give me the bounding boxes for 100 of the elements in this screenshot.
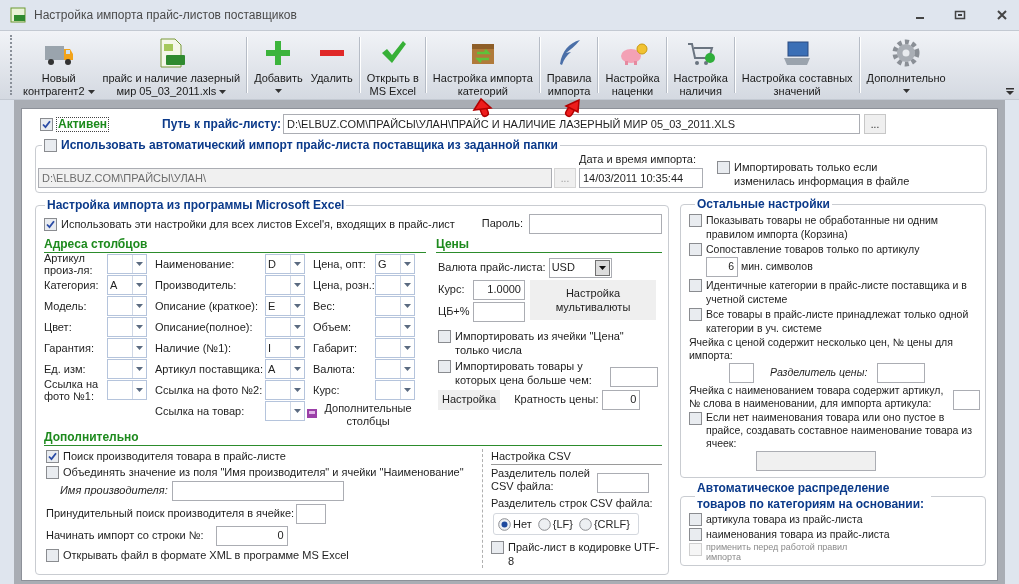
- checkbox-label: Активен: [56, 116, 110, 132]
- field-label: Наличие (№1):: [155, 342, 232, 354]
- section-header: Цены: [436, 236, 662, 253]
- path-field[interactable]: D:\ELBUZ.COM\ПРАЙСЫ\УЛАН\ПРАЙС И НАЛИЧИЕ ЛАЗЕРНЫЙ МИР 05_03_2011.XLS: [283, 114, 860, 134]
- column-dropdown[interactable]: [265, 275, 305, 295]
- caret-icon: [294, 409, 302, 413]
- column-dropdown[interactable]: [107, 317, 147, 337]
- column-dropdown[interactable]: [375, 275, 415, 295]
- number-field[interactable]: 6: [706, 256, 738, 277]
- start-row-field[interactable]: 0: [215, 525, 288, 546]
- cells-field[interactable]: [756, 450, 876, 471]
- overflow-icon[interactable]: [1005, 87, 1015, 97]
- field-label: Ячейка с ценой содержит несколько цен, № цены для импорта:: [689, 335, 954, 362]
- multicurrency-button[interactable]: Настройка мультивалюты: [530, 279, 656, 320]
- checkbox[interactable]: [689, 307, 702, 321]
- checkbox-label: наименования товара из прайс-листа: [706, 527, 891, 542]
- checkbox[interactable]: [689, 213, 702, 227]
- caret-icon: [404, 346, 412, 350]
- caret-icon: [404, 367, 412, 371]
- checkbox[interactable]: [40, 118, 53, 131]
- column-dropdown[interactable]: [107, 254, 147, 274]
- toolbar-button[interactable]: Правила импорта: [542, 31, 596, 99]
- checkbox[interactable]: [46, 449, 59, 463]
- maximize-icon[interactable]: [953, 8, 967, 22]
- price-threshold-field[interactable]: [610, 366, 658, 387]
- column-dropdown[interactable]: I: [265, 338, 305, 358]
- caret-icon: [404, 283, 412, 287]
- toolbar-button[interactable]: Дополнительно: [862, 31, 950, 99]
- checkbox[interactable]: [46, 548, 59, 562]
- browse-button[interactable]: ...: [864, 114, 886, 134]
- column-dropdown[interactable]: D: [265, 254, 305, 274]
- markup-field[interactable]: [473, 301, 525, 322]
- settings-button[interactable]: Настройка: [438, 389, 501, 410]
- separator-field[interactable]: [597, 472, 649, 493]
- checkbox[interactable]: [717, 161, 730, 174]
- column-dropdown[interactable]: [107, 296, 147, 316]
- column-dropdown[interactable]: [375, 296, 415, 316]
- field-label: Наименование:: [155, 258, 236, 270]
- radio-button[interactable]: [498, 517, 511, 531]
- column-dropdown[interactable]: [375, 317, 415, 337]
- column-dropdown[interactable]: E: [265, 296, 305, 316]
- checkbox[interactable]: [44, 139, 57, 152]
- checkbox[interactable]: [689, 528, 702, 542]
- price-number-field[interactable]: [729, 362, 754, 383]
- toolbar-button[interactable]: Настройка составных значений: [737, 31, 857, 99]
- caret-icon: [404, 325, 412, 329]
- column-dropdown[interactable]: [375, 338, 415, 358]
- checkbox[interactable]: [689, 242, 702, 256]
- radio-button[interactable]: [537, 517, 551, 531]
- toolbar-button[interactable]: Новый контрагент2: [19, 31, 99, 99]
- field-label: Вес:: [313, 300, 336, 312]
- price-separator-field[interactable]: [877, 362, 926, 383]
- checkbox-label: Поиск производителя товара в прайс-листе: [63, 448, 286, 463]
- checkbox[interactable]: [689, 513, 702, 527]
- radio-button[interactable]: [578, 517, 592, 531]
- cell-field[interactable]: [296, 503, 327, 524]
- field-label: Ссылка на фото №2:: [155, 384, 264, 396]
- checkbox[interactable]: [438, 359, 451, 373]
- column-dropdown[interactable]: [107, 338, 147, 358]
- column-dropdown[interactable]: A: [265, 359, 305, 379]
- toolbar-button[interactable]: Настройка импорта категорий: [428, 31, 537, 99]
- word-number-field[interactable]: [953, 389, 980, 410]
- date-field[interactable]: 14/03/2011 10:35:44: [579, 168, 703, 188]
- field-label: Разделитель строк CSV файла:: [491, 495, 654, 511]
- column-dropdown[interactable]: [375, 380, 415, 400]
- radio-label: {LF}: [552, 516, 573, 532]
- annotation-arrow: [472, 97, 493, 117]
- toolbar-button[interactable]: Настройка наценки: [601, 31, 664, 99]
- column-dropdown[interactable]: A: [107, 275, 147, 295]
- folder-field[interactable]: D:\ELBUZ.COM\ПРАЙСЫ\УЛАН\: [38, 168, 552, 188]
- rate-field[interactable]: 1.0000: [473, 279, 525, 300]
- multiplicity-field[interactable]: 0: [602, 389, 641, 410]
- column-dropdown[interactable]: [265, 401, 305, 421]
- checkbox-label: Показывать товары не обработанные ни одним правилом импорта (Корзина): [706, 212, 940, 241]
- field-label: Курс:: [313, 384, 341, 396]
- column-dropdown[interactable]: [107, 380, 147, 400]
- currency-dropdown[interactable]: USD: [548, 257, 612, 278]
- toolbar-button[interactable]: Удалить: [306, 31, 357, 99]
- password-field[interactable]: [529, 213, 662, 234]
- column-dropdown[interactable]: [265, 380, 305, 400]
- column-dropdown[interactable]: G: [375, 254, 415, 274]
- manufacturer-field[interactable]: [171, 480, 344, 501]
- checkbox[interactable]: [438, 329, 451, 343]
- column-dropdown[interactable]: [107, 359, 147, 379]
- checkbox[interactable]: [46, 465, 59, 479]
- toolbar-button[interactable]: Настройка наличия: [669, 31, 732, 99]
- checkbox[interactable]: [44, 217, 57, 231]
- toolbar-button[interactable]: прайс и наличие лазерный мир 05_03_2011.xls: [98, 31, 245, 99]
- checkbox[interactable]: [491, 541, 504, 554]
- app-icon: [10, 7, 26, 23]
- checkbox[interactable]: [689, 278, 702, 292]
- close-icon[interactable]: [995, 8, 1009, 22]
- checkbox-label: Импортировать из ячейки "Цена" только числа: [455, 328, 625, 357]
- checkbox[interactable]: [689, 411, 702, 425]
- column-dropdown[interactable]: [375, 359, 415, 379]
- extra-columns-link[interactable]: Дополнительные столбцы: [321, 401, 415, 428]
- toolbar-button[interactable]: Открыть в MS Excel: [362, 31, 423, 99]
- column-dropdown[interactable]: [265, 317, 305, 337]
- field-label: Начинать импорт со строки №:: [46, 528, 204, 544]
- toolbar-button[interactable]: Добавить: [250, 31, 307, 99]
